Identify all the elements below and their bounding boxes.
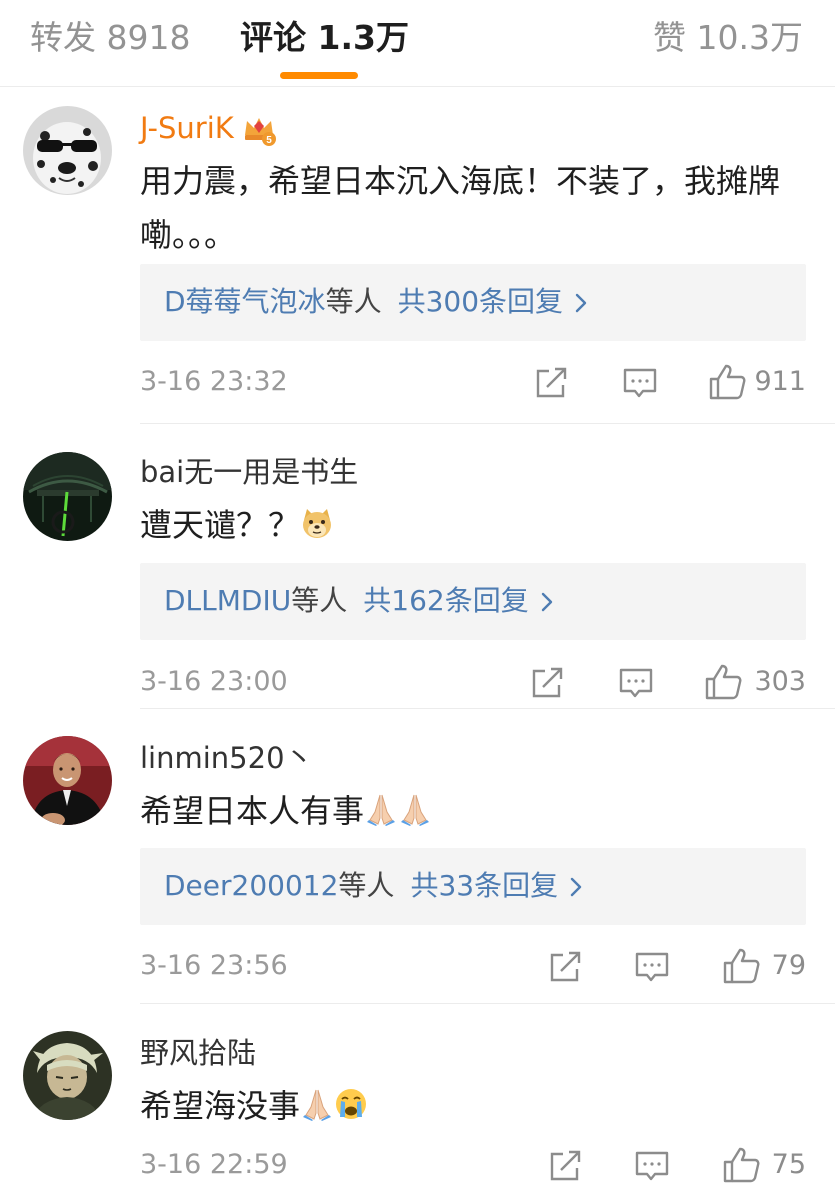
share-button[interactable] [530, 662, 564, 702]
tab-likes[interactable]: 赞 10.3万 [653, 14, 803, 62]
avatar-bicycle-image [23, 452, 112, 541]
praying-hands-emoji [401, 794, 430, 826]
share-icon [550, 951, 581, 982]
comment-text: 用力震，希望日本沉入海底！不装了，我摊牌嘞。。。 [140, 162, 781, 254]
chevron-right-icon [575, 293, 587, 313]
reply-suffix: 等人 [338, 869, 395, 902]
share-icon [532, 667, 563, 698]
comment-text-content: 遭天谴？？ [140, 506, 301, 544]
thumbs-up-icon [723, 948, 760, 984]
share-button[interactable] [534, 362, 568, 402]
like-count: 75 [771, 1149, 806, 1180]
reply-author-names[interactable]: Deer200012 [164, 869, 338, 902]
comment-text-content: 希望海没事 [140, 1087, 301, 1125]
comment-time: 3-16 22:59 [140, 1149, 288, 1180]
divider [140, 423, 835, 424]
comment-meta: 3-16 23:56 79 [140, 944, 806, 988]
tab-bar: 转发 8918 评论 1.3万 赞 10.3万 [0, 0, 835, 87]
comment-time: 3-16 23:00 [140, 666, 288, 697]
comment-text: 希望日本人有事 [140, 784, 808, 838]
like-button[interactable] [722, 1145, 762, 1185]
reply-suffix: 等人 [291, 584, 348, 617]
like-button[interactable] [708, 362, 748, 402]
avatar[interactable] [23, 736, 112, 825]
avatar-anime-character-image [23, 1031, 112, 1120]
divider [140, 1003, 835, 1004]
comment-text: 希望海没事 [140, 1079, 808, 1133]
praying-hands-emoji [303, 1089, 332, 1121]
share-icon [550, 1150, 581, 1181]
comment-time: 3-16 23:56 [140, 950, 288, 981]
active-tab-indicator [280, 72, 358, 79]
like-button[interactable] [704, 662, 744, 702]
comment-button[interactable] [618, 662, 654, 702]
avatar-dalmatian-image [23, 106, 112, 195]
reply-summary[interactable]: DLLMDIU等人 共162条回复 [140, 563, 806, 640]
reply-count-link[interactable]: 共33条回复 [410, 869, 558, 902]
tab-comments[interactable]: 评论 1.3万 [240, 14, 409, 62]
chevron-right-icon [541, 592, 552, 612]
like-button[interactable] [722, 946, 762, 986]
username[interactable]: J-SuriK 5 [140, 108, 276, 148]
reply-author-names[interactable]: D莓莓气泡冰 [164, 285, 326, 318]
share-icon [536, 367, 567, 398]
comment-meta: 3-16 23:00 303 [140, 660, 806, 704]
like-count: 79 [771, 950, 806, 981]
chevron-right-icon [570, 877, 582, 897]
comment-button[interactable] [622, 362, 658, 402]
thumbs-up-icon [723, 1147, 760, 1183]
praying-hands-emoji [367, 794, 396, 826]
crying-face-emoji [336, 1089, 367, 1119]
avatar[interactable] [23, 106, 112, 195]
doge-emoji [303, 509, 332, 538]
comment-meta: 3-16 22:59 75 [140, 1143, 806, 1187]
vip-crown-icon: 5 [244, 118, 276, 146]
reply-suffix: 等人 [325, 285, 382, 318]
share-button[interactable] [548, 1145, 582, 1185]
tab-reposts[interactable]: 转发 8918 [30, 14, 190, 62]
username[interactable]: linmin520丶 [140, 738, 314, 778]
reply-count-link[interactable]: 共162条回复 [363, 584, 528, 617]
username[interactable]: 野风拾陆 [140, 1033, 256, 1073]
comment-button[interactable] [634, 946, 670, 986]
thumbs-up-icon [709, 364, 746, 400]
comment-icon [635, 952, 669, 982]
comment-time: 3-16 23:32 [140, 366, 288, 397]
comment-text: 遭天谴？？ [140, 498, 808, 552]
username[interactable]: bai无一用是书生 [140, 452, 358, 492]
comment-meta: 3-16 23:32 911 [140, 360, 806, 404]
thumbs-up-icon [705, 664, 742, 700]
comment-button[interactable] [634, 1145, 670, 1185]
like-count: 303 [754, 666, 806, 697]
avatar-footballer-image [23, 736, 112, 825]
reply-summary[interactable]: Deer200012等人 共33条回复 [140, 848, 806, 925]
username-text: J-SuriK [140, 111, 234, 145]
comment-icon [619, 668, 653, 698]
reply-summary[interactable]: D莓莓气泡冰等人 共300条回复 [140, 264, 806, 341]
avatar[interactable] [23, 1031, 112, 1120]
comment-icon [623, 368, 657, 398]
vip-level: 5 [266, 135, 272, 146]
divider [140, 708, 835, 709]
comment-text-content: 希望日本人有事 [140, 792, 365, 830]
like-count: 911 [754, 366, 806, 397]
avatar[interactable] [23, 452, 112, 541]
share-button[interactable] [548, 946, 582, 986]
reply-author-names[interactable]: DLLMDIU [164, 584, 291, 617]
comment-icon [635, 1151, 669, 1181]
reply-count-link[interactable]: 共300条回复 [398, 285, 563, 318]
